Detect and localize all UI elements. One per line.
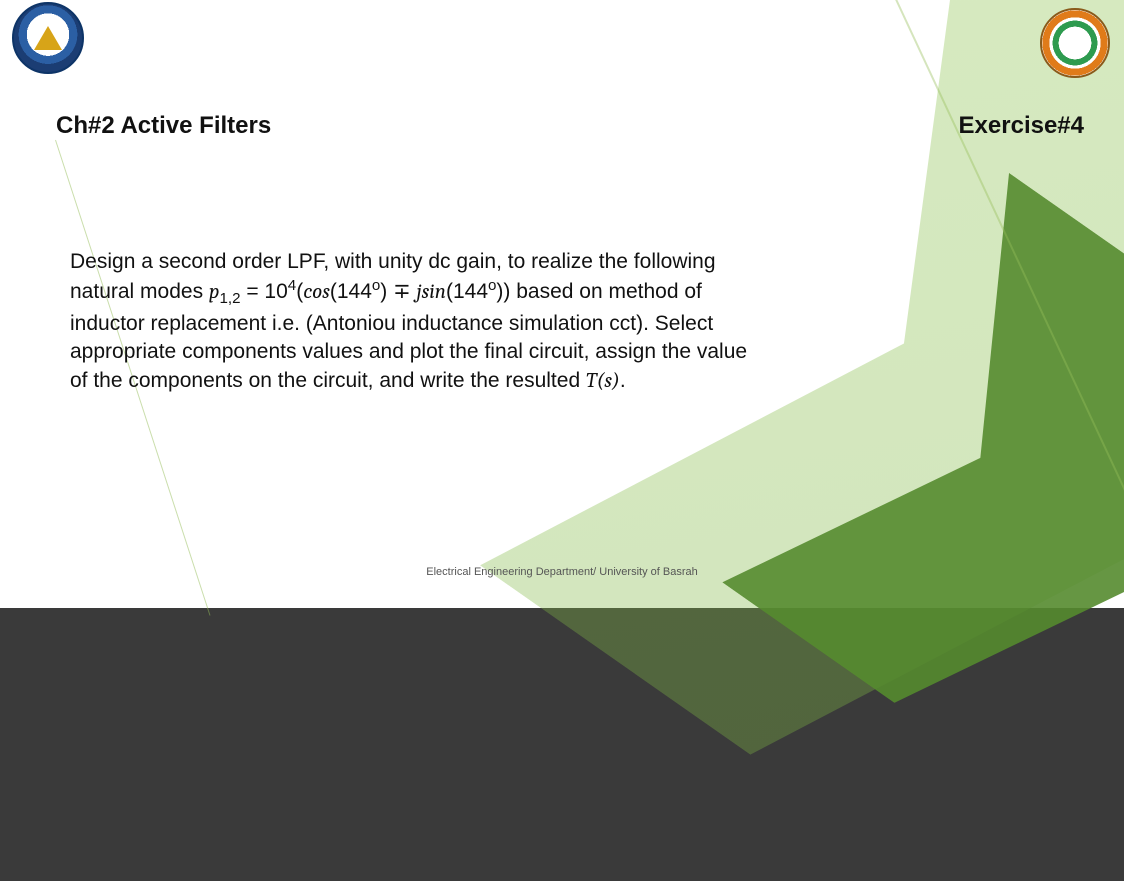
eq-sub: 1,2 xyxy=(219,291,240,308)
university-logo-icon xyxy=(12,2,84,74)
eq-exp: 4 xyxy=(288,277,296,294)
eq-rp1: ) ∓ xyxy=(380,280,416,303)
eq-cos: cos xyxy=(303,280,330,304)
chapter-title: Ch#2 Active Filters xyxy=(56,112,271,140)
eq-lp1: (144 xyxy=(330,280,372,303)
problem-line-2-pre: natural modes xyxy=(70,280,209,303)
problem-line-5a: of the components on the circuit, and wr… xyxy=(70,369,586,392)
problem-line-1: Design a second order LPF, with unity dc… xyxy=(70,250,716,273)
problem-line-3: inductor replacement i.e. (Antoniou indu… xyxy=(70,312,713,335)
problem-line-4: appropriate components values and plot t… xyxy=(70,340,747,363)
problem-line-5b: . xyxy=(620,369,626,392)
eq-ts: T(s) xyxy=(586,369,620,393)
eq-lp2: (144 xyxy=(446,280,488,303)
eq-equals: = 10 xyxy=(246,280,287,303)
eq-jsin: jsin xyxy=(417,280,446,304)
problem-statement: Design a second order LPF, with unity dc… xyxy=(70,248,820,395)
eq-close: ) xyxy=(503,280,510,303)
slide: Ch#2 Active Filters Exercise#4 Design a … xyxy=(0,0,1124,608)
problem-line-2-post: based on method of xyxy=(516,280,702,303)
eq-var: p xyxy=(209,280,220,304)
college-logo-icon xyxy=(1040,8,1110,78)
exercise-number: Exercise#4 xyxy=(959,112,1084,140)
footer-text: Electrical Engineering Department/ Unive… xyxy=(0,566,1124,578)
